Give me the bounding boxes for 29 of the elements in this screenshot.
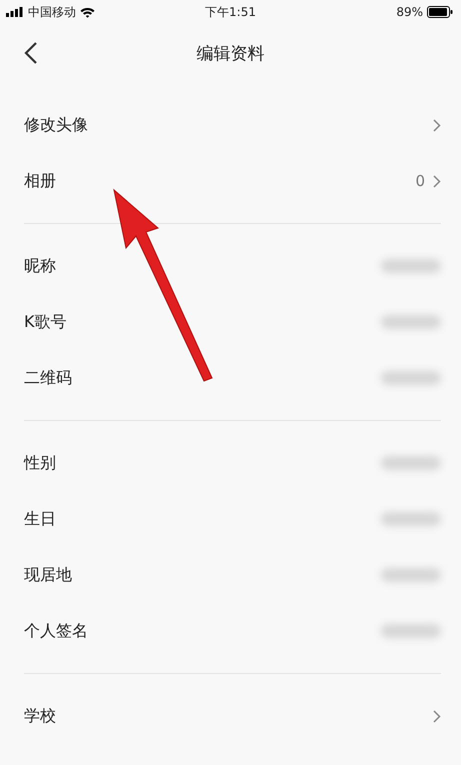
battery-percent: 89% [396,5,423,19]
chevron-icon [433,174,441,188]
blurred-value [381,568,441,582]
chevron-icon [433,710,441,722]
status-time: 下午1:51 [205,4,256,20]
settings-row[interactable]: 修改头像 [0,97,461,153]
signal-icon [6,7,24,17]
carrier-name: 中国移动 [28,4,76,20]
blurred-value [381,259,441,273]
wifi-icon [80,6,95,18]
settings-row[interactable]: 性别 [0,435,461,491]
settings-row[interactable]: 个人签名 [0,603,461,659]
settings-row[interactable]: 昵称 [0,238,461,294]
page-title: 编辑资料 [196,43,264,65]
blurred-value [381,371,441,385]
back-icon[interactable] [24,42,38,64]
blurred-value [381,456,441,470]
blurred-value [381,624,441,638]
blurred-value [381,315,441,329]
chevron-icon [433,118,441,132]
settings-row[interactable]: K歌号 [0,294,461,350]
settings-row[interactable]: 相册 0 [0,153,461,209]
settings-row[interactable]: 学校 [0,688,461,744]
battery-icon [427,6,453,18]
settings-row[interactable]: 生日 [0,491,461,547]
settings-row[interactable]: 二维码 [0,350,461,406]
row-value: 0 [415,172,425,190]
settings-row[interactable]: 现居地 [0,547,461,603]
blurred-value [381,512,441,526]
